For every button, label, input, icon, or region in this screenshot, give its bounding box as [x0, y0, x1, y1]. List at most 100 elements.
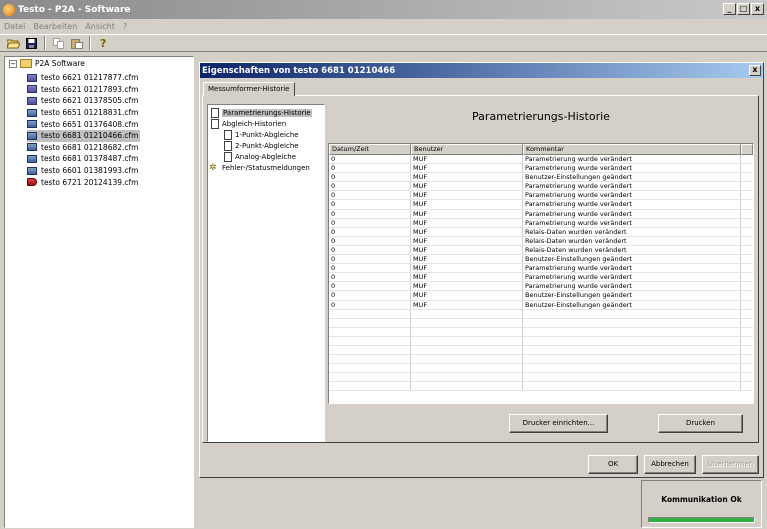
- close-window-button[interactable]: x: [751, 3, 764, 15]
- table-row[interactable]: 0 MUF Parametrierung wurde verändert: [329, 182, 753, 192]
- tree-item[interactable]: testo 6601 01381993.cfm: [27, 165, 140, 177]
- cell-benutzer: MUF: [411, 164, 523, 173]
- device-tree: − P2A Software testo 6621 01217877.cfm te…: [4, 56, 194, 528]
- cell-benutzer: MUF: [411, 264, 523, 273]
- tree-item-label: testo 6621 01217893.cfm: [41, 84, 139, 94]
- dialog-close-button[interactable]: x: [749, 65, 761, 76]
- properties-dialog: Eigenschaften von testo 6681 01210466 x …: [199, 62, 764, 478]
- cell-datum: 0: [329, 245, 411, 255]
- empty-cell: [523, 336, 741, 345]
- nav-item-abgleich-historien[interactable]: Abgleich-Historien: [211, 119, 286, 129]
- copy-icon[interactable]: [51, 36, 66, 50]
- tab-messumformer-historie[interactable]: Messumformer-Historie: [203, 82, 295, 96]
- cell-kommentar: Parametrierung wurde verändert: [523, 155, 741, 164]
- cell-kommentar: Relais-Daten wurden verändert: [523, 245, 741, 255]
- cancel-button[interactable]: Abbrechen: [644, 455, 696, 474]
- table-row[interactable]: 0 MUF Relais-Daten wurden verändert: [329, 227, 753, 237]
- help-icon[interactable]: ?: [96, 36, 111, 50]
- empty-cell: [329, 327, 411, 336]
- table-row[interactable]: 0 MUF Benutzer-Einstellungen geändert: [329, 291, 753, 301]
- empty-table-row: [329, 309, 753, 319]
- column-header-kommentar[interactable]: Kommentar: [523, 144, 741, 155]
- menu-help[interactable]: ?: [123, 22, 127, 31]
- empty-cell: [411, 318, 523, 327]
- table-row[interactable]: 0 MUF Parametrierung wurde verändert: [329, 200, 753, 210]
- nav-item-label: Fehler-/Statusmeldungen: [222, 164, 310, 172]
- nav-item-fehler-statusmeldungen[interactable]: ✲ Fehler-/Statusmeldungen: [209, 163, 310, 173]
- cell-datum: 0: [329, 164, 411, 173]
- device-list: testo 6621 01217877.cfm testo 6621 012178…: [27, 72, 141, 188]
- tree-item[interactable]: testo 6621 01217877.cfm: [27, 72, 140, 84]
- cell-benutzer: MUF: [411, 200, 523, 209]
- tree-root[interactable]: − P2A Software: [9, 59, 85, 68]
- menubar: Datei Bearbeiten Ansicht ?: [0, 19, 767, 33]
- table-row[interactable]: 0 MUF Benutzer-Einstellungen geändert: [329, 173, 753, 183]
- cell-datum: 0: [329, 255, 411, 264]
- svg-text:?: ?: [100, 37, 106, 49]
- column-header-benutzer[interactable]: Benutzer: [411, 144, 523, 155]
- status-indicator-bar: [648, 517, 755, 523]
- empty-cell: [523, 327, 741, 336]
- minimize-button[interactable]: _: [723, 3, 736, 15]
- tree-item[interactable]: testo 6681 01210466.cfm: [27, 129, 141, 142]
- table-row[interactable]: 0 MUF Benutzer-Einstellungen geändert: [329, 300, 753, 310]
- ok-button[interactable]: OK: [588, 455, 638, 474]
- nav-item-label: Analog-Abgleiche: [235, 153, 297, 161]
- device-icon: [27, 154, 37, 163]
- table-row[interactable]: 0 MUF Relais-Daten wurden verändert: [329, 236, 753, 246]
- cell-datum: 0: [329, 227, 411, 236]
- tree-item[interactable]: testo 6681 01378487.cfm: [27, 153, 140, 165]
- nav-item-label: Parametrierungs-Historie: [222, 109, 312, 117]
- save-icon[interactable]: [24, 36, 39, 50]
- paste-icon[interactable]: [69, 36, 84, 50]
- device-icon: [27, 120, 37, 129]
- toolbar-separator: [44, 36, 46, 50]
- table-row[interactable]: 0 MUF Parametrierung wurde verändert: [329, 209, 753, 219]
- tree-item[interactable]: testo 6721 20124139.cfm: [27, 176, 140, 188]
- cell-benutzer: MUF: [411, 173, 523, 182]
- tree-item[interactable]: testo 6651 01218831.cfm: [27, 107, 140, 119]
- section-title: Parametrierungs-Historie: [472, 110, 610, 123]
- empty-cell: [523, 382, 741, 391]
- tree-item[interactable]: testo 6621 01378505.cfm: [27, 95, 140, 107]
- open-folder-icon[interactable]: [6, 36, 21, 50]
- menu-bearbeiten[interactable]: Bearbeiten: [33, 22, 77, 31]
- menu-datei[interactable]: Datei: [4, 22, 25, 31]
- tree-item[interactable]: testo 6621 01217893.cfm: [27, 84, 140, 96]
- device-icon: [27, 143, 37, 152]
- printer-setup-button[interactable]: Drucker einrichten...: [509, 414, 608, 433]
- nav-item-parametrierungs-historie[interactable]: Parametrierungs-Historie: [211, 108, 312, 118]
- table-row[interactable]: 0 MUF Parametrierung wurde verändert: [329, 164, 753, 174]
- apply-button[interactable]: Übernehmen: [702, 455, 759, 474]
- table-row[interactable]: 0 MUF Parametrierung wurde verändert: [329, 191, 753, 201]
- tree-item[interactable]: testo 6681 01218682.cfm: [27, 142, 140, 154]
- empty-cell: [741, 319, 753, 327]
- empty-cell: [741, 355, 753, 363]
- cell-datum: 0: [329, 173, 411, 182]
- column-header-datum[interactable]: Datum/Zeit: [329, 144, 411, 155]
- cell-benutzer: MUF: [411, 236, 523, 245]
- table-row[interactable]: 0 MUF Parametrierung wurde verändert: [329, 273, 753, 283]
- nav-item-analog-abgleiche[interactable]: Analog-Abgleiche: [224, 152, 296, 162]
- nav-item-2-punkt-abgleiche[interactable]: 2-Punkt-Abgleiche: [224, 141, 299, 151]
- toolbar-separator: [89, 36, 91, 50]
- cell-filler: [741, 219, 753, 227]
- print-button[interactable]: Drucken: [658, 414, 743, 433]
- table-row[interactable]: 0 MUF Parametrierung wurde verändert: [329, 218, 753, 228]
- table-row[interactable]: 0 MUF Benutzer-Einstellungen geändert: [329, 255, 753, 265]
- collapse-icon[interactable]: −: [9, 59, 17, 68]
- empty-cell: [329, 336, 411, 345]
- nav-item-1-punkt-abgleiche[interactable]: 1-Punkt-Abgleiche: [224, 130, 299, 140]
- menu-ansicht[interactable]: Ansicht: [85, 22, 115, 31]
- table-row[interactable]: 0 MUF Parametrierung wurde verändert: [329, 264, 753, 274]
- tree-item[interactable]: testo 6651 01376408.cfm: [27, 118, 140, 130]
- cell-benutzer: MUF: [411, 182, 523, 191]
- document-icon: [224, 152, 232, 162]
- communication-status: Kommunikation Ok: [641, 480, 762, 528]
- nav-item-label: Abgleich-Historien: [222, 120, 287, 128]
- restore-button[interactable]: □: [737, 3, 750, 15]
- table-row[interactable]: 0 MUF Parametrierung wurde verändert: [329, 155, 753, 165]
- document-icon: [224, 130, 232, 140]
- table-row[interactable]: 0 MUF Parametrierung wurde verändert: [329, 282, 753, 292]
- table-row[interactable]: 0 MUF Relais-Daten wurden verändert: [329, 245, 753, 256]
